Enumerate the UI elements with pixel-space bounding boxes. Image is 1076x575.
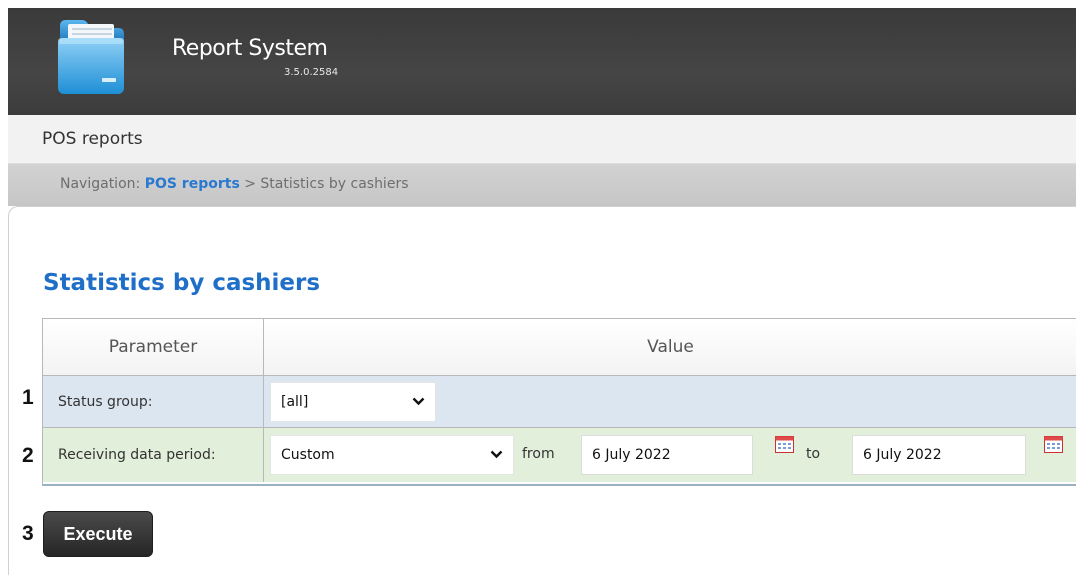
from-label: from [522,446,555,462]
from-date-input[interactable]: 6 July 2022 [581,435,753,475]
app-header: Report System 3.5.0.2584 [8,8,1076,115]
receiving-data-period-label: Receiving data period: [58,447,216,463]
calendar-icon[interactable] [1044,436,1063,453]
breadcrumb-current: Statistics by cashiers [260,176,409,192]
chevron-down-icon [490,448,503,462]
to-label: to [806,446,821,462]
status-group-select-value: [all] [281,394,309,410]
row-period-value: Custom from 6 July 2022 to 6 July 2022 [264,428,1076,482]
step-number-2: 2 [22,444,34,467]
breadcrumb: Navigation: POS reports > Statistics by … [60,176,409,192]
header-parameter: Parameter [43,319,264,376]
folder-icon [58,20,124,94]
section-title[interactable]: POS reports [42,129,143,149]
period-select-value: Custom [281,447,335,463]
period-select[interactable]: Custom [270,435,514,475]
header-value: Value [264,319,1076,376]
breadcrumb-separator: > [244,176,256,192]
status-group-select[interactable]: [all] [270,382,436,422]
execute-button[interactable]: Execute [43,511,153,557]
step-number-3: 3 [22,522,34,545]
breadcrumb-bar: Navigation: POS reports > Statistics by … [8,164,1076,206]
row-status-group-value: [all] [264,376,1076,428]
chevron-down-icon [412,395,425,409]
page-title: Statistics by cashiers [43,270,321,296]
row-status-group-label: Status group: [43,376,264,428]
breadcrumb-link-pos-reports[interactable]: POS reports [145,176,240,192]
status-group-label: Status group: [58,393,153,410]
section-bar: POS reports [8,115,1076,164]
app-version: 3.5.0.2584 [284,67,339,78]
parameters-table: Parameter Value Status group: [all] Rece… [42,318,1076,486]
row-period-label: Receiving data period: [43,428,264,482]
app-title: Report System [172,36,328,61]
to-date-input[interactable]: 6 July 2022 [852,435,1026,475]
calendar-icon[interactable] [775,436,794,453]
top-strip [0,0,1076,8]
breadcrumb-prefix: Navigation: [60,176,141,192]
step-number-1: 1 [22,386,34,409]
